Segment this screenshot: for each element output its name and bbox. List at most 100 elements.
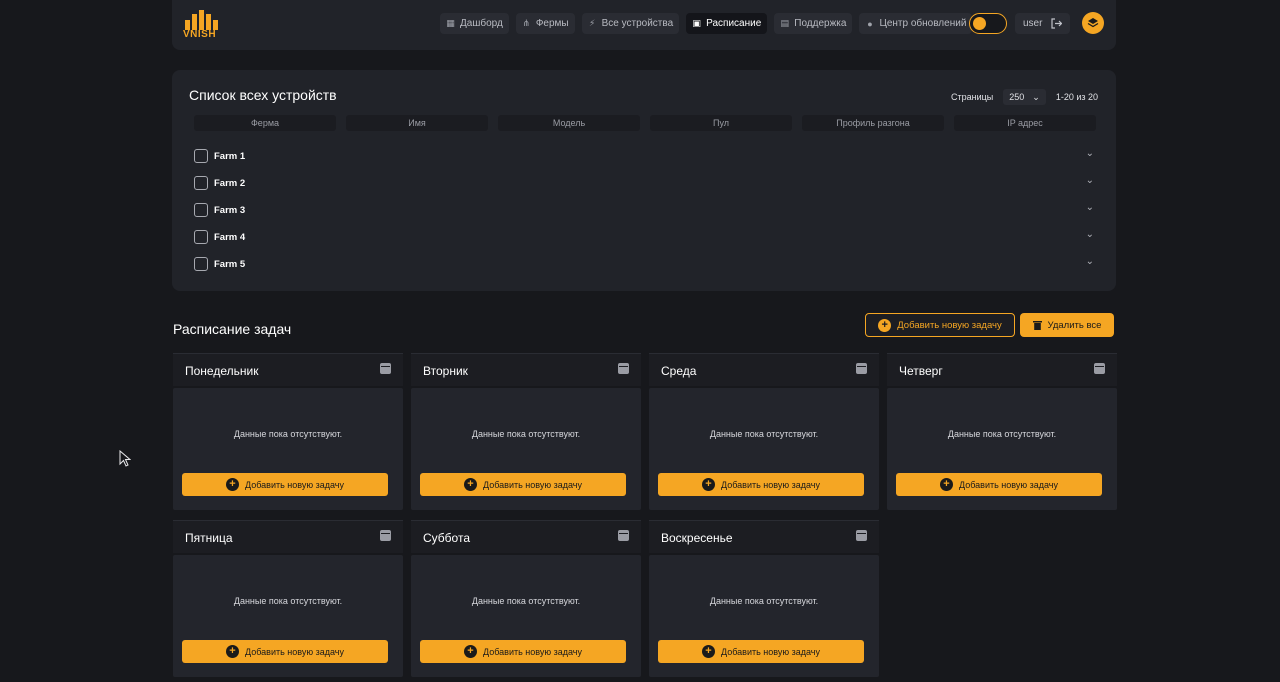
- day-add-task-button[interactable]: + Добавить новую задачу: [896, 473, 1102, 496]
- schedule-title: Расписание задач: [173, 321, 292, 337]
- day-card-wednesday: Среда Данные пока отсутствуют. + Добавит…: [649, 353, 879, 510]
- empty-state: Данные пока отсутствуют.: [471, 596, 581, 606]
- day-add-task-button[interactable]: + Добавить новую задачу: [658, 640, 864, 663]
- farm-name: Farm 4: [214, 231, 246, 243]
- column-header[interactable]: Модель: [498, 115, 640, 131]
- calendar-icon[interactable]: [1094, 363, 1105, 374]
- day-add-task-button[interactable]: + Добавить новую задачу: [658, 473, 864, 496]
- nav-support[interactable]: ▤ Поддержка: [774, 13, 853, 34]
- main-nav: ▦ Дашборд ⋔ Фермы ⚡ Все устройства ▣ Рас…: [440, 13, 973, 34]
- calendar-icon[interactable]: [856, 530, 867, 541]
- chevron-down-icon[interactable]: ⌄: [1086, 148, 1094, 159]
- chat-icon: ▤: [780, 18, 790, 28]
- logout-icon[interactable]: [1051, 18, 1063, 29]
- day-add-label: Добавить новую задачу: [245, 479, 344, 490]
- day-card-monday: Понедельник Данные пока отсутствуют. + Д…: [173, 353, 403, 510]
- chevron-down-icon[interactable]: ⌄: [1086, 256, 1094, 267]
- day-add-task-button[interactable]: + Добавить новую задачу: [420, 640, 626, 663]
- empty-state: Данные пока отсутствуют.: [233, 596, 343, 606]
- farm-row[interactable]: Farm 1 ⌄: [194, 148, 1094, 164]
- day-body: Данные пока отсутствуют. + Добавить нову…: [649, 388, 879, 510]
- day-add-label: Добавить новую задачу: [245, 646, 344, 657]
- nav-all-devices[interactable]: ⚡ Все устройства: [581, 13, 680, 34]
- farm-checkbox[interactable]: [194, 230, 208, 244]
- layers-icon[interactable]: [1082, 12, 1104, 34]
- chevron-down-icon[interactable]: ⌄: [1086, 229, 1094, 240]
- empty-state: Данные пока отсутствуют.: [471, 429, 581, 439]
- day-header: Суббота: [411, 520, 641, 553]
- lightning-icon: ⚡: [588, 18, 596, 28]
- farm-name: Farm 1: [214, 150, 246, 162]
- day-add-label: Добавить новую задачу: [959, 479, 1058, 490]
- column-header[interactable]: IP адрес: [954, 115, 1096, 131]
- nav-update-center[interactable]: ● Центр обновлений: [859, 13, 973, 34]
- page-size-select[interactable]: 250 ⌄: [1003, 89, 1046, 105]
- calendar-icon[interactable]: [856, 363, 867, 374]
- nav-schedule[interactable]: ▣ Расписание: [686, 13, 768, 34]
- nav-farms[interactable]: ⋔ Фермы: [515, 13, 575, 34]
- nav-label: Расписание: [706, 18, 762, 29]
- farm-checkbox[interactable]: [194, 203, 208, 217]
- column-header[interactable]: Имя: [346, 115, 488, 131]
- farm-row[interactable]: Farm 4 ⌄: [194, 229, 1094, 245]
- plus-circle-icon: +: [226, 645, 240, 658]
- day-header: Среда: [649, 353, 879, 386]
- empty-state: Данные пока отсутствуют.: [947, 429, 1057, 439]
- trash-icon: [1032, 321, 1042, 330]
- theme-toggle[interactable]: [969, 13, 1007, 34]
- plus-circle-icon: +: [878, 318, 892, 332]
- delete-all-button[interactable]: Удалить все: [1020, 313, 1114, 337]
- day-header: Вторник: [411, 353, 641, 386]
- day-add-label: Добавить новую задачу: [483, 646, 582, 657]
- calendar-icon: ▣: [692, 18, 701, 28]
- day-body: Данные пока отсутствуют. + Добавить нову…: [411, 555, 641, 677]
- column-header[interactable]: Профиль разгона: [802, 115, 944, 131]
- chevron-down-icon[interactable]: ⌄: [1086, 175, 1094, 186]
- update-icon: ●: [867, 18, 873, 29]
- day-add-task-button[interactable]: + Добавить новую задачу: [182, 640, 388, 663]
- column-header[interactable]: Ферма: [194, 115, 336, 131]
- farm-row[interactable]: Farm 2 ⌄: [194, 175, 1094, 191]
- plus-circle-icon: +: [464, 645, 478, 658]
- nav-dashboard[interactable]: ▦ Дашборд: [440, 13, 509, 34]
- user-menu[interactable]: user: [1015, 13, 1071, 34]
- page-size-value: 250: [1009, 92, 1025, 102]
- devices-title: Список всех устройств: [189, 87, 337, 103]
- day-header: Пятница: [173, 520, 403, 553]
- grid-icon: ▦: [446, 18, 455, 28]
- farm-name: Farm 2: [214, 177, 246, 189]
- chevron-down-icon[interactable]: ⌄: [1086, 202, 1094, 213]
- day-add-task-button[interactable]: + Добавить новую задачу: [182, 473, 388, 496]
- calendar-icon[interactable]: [380, 530, 391, 541]
- day-card-sunday: Воскресенье Данные пока отсутствуют. + Д…: [649, 520, 879, 677]
- nav-label: Центр обновлений: [879, 18, 967, 29]
- nav-label: Дашборд: [460, 18, 503, 29]
- farm-row[interactable]: Farm 3 ⌄: [194, 202, 1094, 218]
- calendar-icon[interactable]: [380, 363, 391, 374]
- farm-name: Farm 3: [214, 204, 246, 216]
- day-add-label: Добавить новую задачу: [721, 479, 820, 490]
- farm-checkbox[interactable]: [194, 176, 208, 190]
- day-name: Суббота: [423, 531, 470, 545]
- empty-state: Данные пока отсутствуют.: [233, 429, 343, 439]
- day-card-saturday: Суббота Данные пока отсутствуют. + Добав…: [411, 520, 641, 677]
- day-name: Пятница: [185, 531, 233, 545]
- farm-checkbox[interactable]: [194, 257, 208, 271]
- calendar-icon[interactable]: [618, 363, 629, 374]
- page-range: 1-20 из 20: [1055, 92, 1098, 102]
- farm-row[interactable]: Farm 5 ⌄: [194, 256, 1094, 272]
- day-add-task-button[interactable]: + Добавить новую задачу: [420, 473, 626, 496]
- pagination: Страницы 250 ⌄ 1-20 из 20: [951, 89, 1098, 105]
- toggle-knob: [973, 17, 986, 30]
- calendar-icon[interactable]: [618, 530, 629, 541]
- plus-circle-icon: +: [702, 478, 716, 491]
- delete-all-label: Удалить все: [1047, 319, 1102, 331]
- column-header[interactable]: Пул: [650, 115, 792, 131]
- add-task-button[interactable]: + Добавить новую задачу: [865, 313, 1015, 337]
- add-task-label: Добавить новую задачу: [897, 319, 1002, 331]
- day-card-thursday: Четверг Данные пока отсутствуют. + Добав…: [887, 353, 1117, 510]
- day-add-label: Добавить новую задачу: [483, 479, 582, 490]
- day-body: Данные пока отсутствуют. + Добавить нову…: [411, 388, 641, 510]
- day-body: Данные пока отсутствуют. + Добавить нову…: [173, 388, 403, 510]
- farm-checkbox[interactable]: [194, 149, 208, 163]
